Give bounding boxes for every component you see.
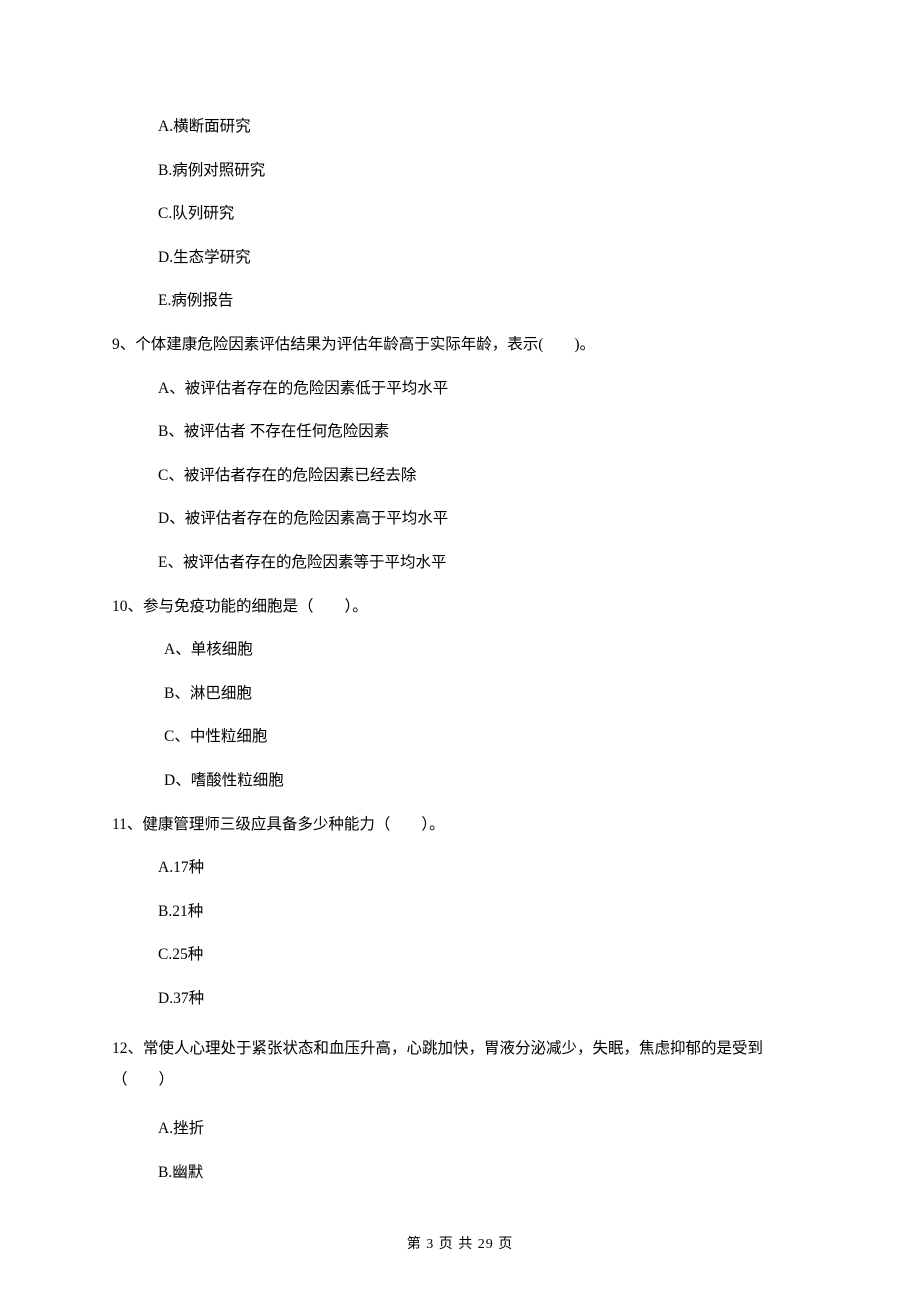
q12-option-a: A.挫折 [112,1120,808,1139]
q8-option-e: E.病例报告 [112,292,808,311]
q9-option-c: C、被评估者存在的危险因素已经去除 [112,467,808,486]
q10-option-c: C、中性粒细胞 [112,728,808,747]
page-content: A.横断面研究 B.病例对照研究 C.队列研究 D.生态学研究 E.病例报告 9… [0,0,920,1302]
q12-stem: 12、常使人心理处于紧张状态和血压升高，心跳加快，胃液分泌减少，失眠，焦虑抑郁的… [112,1033,808,1095]
q8-option-b: B.病例对照研究 [112,162,808,181]
q11-stem: 11、健康管理师三级应具备多少种能力（ ）。 [112,816,808,835]
q9-option-e: E、被评估者存在的危险因素等于平均水平 [112,554,808,573]
q9-option-d: D、被评估者存在的危险因素高于平均水平 [112,510,808,529]
q12-option-b: B.幽默 [112,1164,808,1183]
q11-option-a: A.17种 [112,859,808,878]
q9-stem: 9、个体建康危险因素评估结果为评估年龄高于实际年龄，表示( )。 [112,336,808,355]
q11-option-b: B.21种 [112,903,808,922]
q11-option-c: C.25种 [112,946,808,965]
q10-option-b: B、淋巴细胞 [112,685,808,704]
page-footer: 第 3 页 共 29 页 [0,1237,920,1254]
q10-stem: 10、参与免疫功能的细胞是（ ）。 [112,598,808,617]
q10-option-d: D、嗜酸性粒细胞 [112,772,808,791]
q8-option-c: C.队列研究 [112,205,808,224]
q8-option-d: D.生态学研究 [112,249,808,268]
q8-option-a: A.横断面研究 [112,118,808,137]
q9-option-a: A、被评估者存在的危险因素低于平均水平 [112,380,808,399]
q11-option-d: D.37种 [112,990,808,1009]
q9-option-b: B、被评估者 不存在任何危险因素 [112,423,808,442]
q10-option-a: A、单核细胞 [112,641,808,660]
